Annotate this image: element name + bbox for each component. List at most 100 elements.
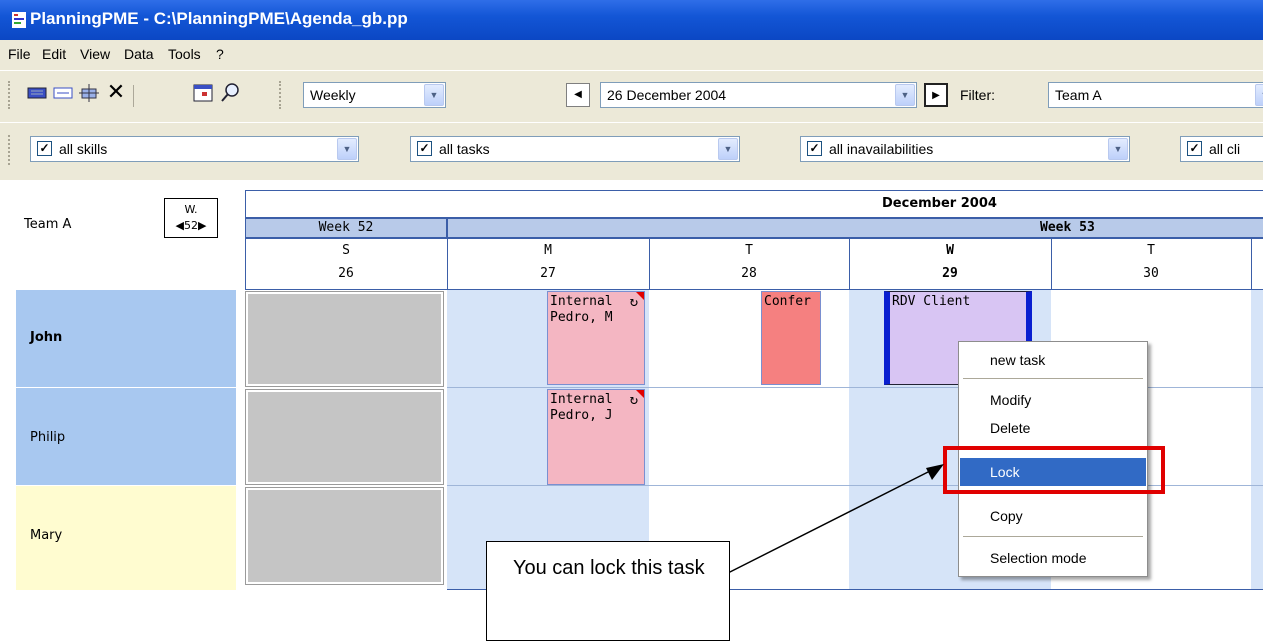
menu-edit[interactable]: Edit: [42, 46, 66, 62]
clients-filter-checkbox[interactable]: ✓: [1187, 141, 1202, 156]
skills-filter-select[interactable]: ✓ all skills ▼: [30, 136, 359, 162]
chevron-down-icon[interactable]: ▼: [718, 138, 738, 160]
non-working-day-cell: [245, 389, 444, 485]
corner-flag-icon: [636, 292, 644, 300]
week-nav-label: W.: [184, 203, 198, 216]
date-select[interactable]: 26 December 2004 ▼: [600, 82, 917, 108]
toolbar-separator: [133, 85, 138, 107]
day-letter: S: [342, 243, 350, 258]
toolbar-grip[interactable]: [8, 81, 14, 109]
column-divider: [849, 238, 850, 290]
menu-separator: [963, 378, 1143, 382]
workload-view-icon[interactable]: [78, 82, 100, 104]
skills-filter-value: all skills: [59, 141, 108, 157]
month-title: December 2004: [882, 196, 997, 211]
inavailabilities-filter-value: all inavailabilities: [829, 141, 934, 157]
column-divider: [649, 238, 650, 290]
tasks-filter-value: all tasks: [439, 141, 490, 157]
resource-row-john[interactable]: John: [16, 290, 236, 387]
menu-file[interactable]: File: [8, 46, 31, 62]
title-bar: PlanningPME - C:\PlanningPME\Agenda_gb.p…: [0, 0, 1263, 40]
non-working-day-cell: [245, 291, 444, 387]
filter-label: Filter:: [960, 87, 995, 103]
filter-toolbar: ✓ all skills ▼ ✓ all tasks ▼ ✓ all inava…: [0, 122, 1263, 180]
menu-item-delete[interactable]: Delete: [960, 414, 1146, 442]
resource-row-mary[interactable]: Mary: [16, 486, 236, 590]
tasks-filter-select[interactable]: ✓ all tasks ▼: [410, 136, 740, 162]
lock-highlight-box: [943, 446, 1165, 494]
chevron-down-icon[interactable]: ▼: [1255, 84, 1263, 106]
menu-view[interactable]: View: [80, 46, 110, 62]
task-internal-john[interactable]: Internal Pedro, M ↻: [547, 291, 645, 385]
day-letter: W: [946, 243, 954, 258]
week-header: Week 53: [447, 218, 1263, 238]
day-number: 28: [741, 266, 757, 281]
resource-name: John: [30, 330, 63, 345]
chevron-down-icon[interactable]: ▼: [1108, 138, 1128, 160]
task-label-line2: Pedro, J: [550, 408, 613, 423]
menu-item-selection-mode[interactable]: Selection mode: [960, 544, 1146, 572]
week-navigator[interactable]: W. ◀52▶: [164, 198, 218, 238]
menu-separator: [963, 536, 1143, 540]
toolbar-grip[interactable]: [8, 135, 14, 165]
chevron-down-icon[interactable]: ▼: [424, 84, 444, 106]
day-number: 27: [540, 266, 556, 281]
non-working-day-cell: [245, 487, 444, 585]
main-toolbar: ✕ Weekly ▼ ◀ 26 December 2004 ▼ ▶ Filter…: [0, 70, 1263, 122]
window-title: PlanningPME - C:\PlanningPME\Agenda_gb.p…: [30, 9, 408, 28]
week-prev-icon[interactable]: ◀: [176, 219, 184, 232]
week-header-label: Week 53: [1040, 220, 1095, 235]
week-nav-value: 52: [184, 219, 198, 232]
chevron-down-icon[interactable]: ▼: [337, 138, 357, 160]
next-period-button[interactable]: ▶: [924, 83, 948, 107]
task-conference-john[interactable]: Confer: [761, 291, 821, 385]
tasks-filter-checkbox[interactable]: ✓: [417, 141, 432, 156]
outline-view-icon[interactable]: [52, 82, 74, 104]
menu-bar: File Edit View Data Tools ?: [0, 40, 1263, 70]
view-mode-value: Weekly: [310, 87, 356, 103]
task-label-line1: Internal: [550, 392, 613, 407]
month-header: December 2004: [245, 190, 1263, 218]
team-label: Team A: [24, 217, 72, 232]
chevron-down-icon[interactable]: ▼: [895, 84, 915, 106]
callout-annotation: You can lock this task: [486, 541, 730, 641]
team-filter-select[interactable]: Team A ▼: [1048, 82, 1263, 108]
resource-name: Philip: [30, 430, 66, 445]
column-divider: [447, 238, 448, 290]
day-letter: T: [1147, 243, 1155, 258]
week-next-icon[interactable]: ▶: [198, 219, 206, 232]
clients-filter-value: all cli: [1209, 141, 1241, 157]
task-label-line1: Internal: [550, 294, 613, 309]
day-letter: M: [544, 243, 552, 258]
search-icon[interactable]: [218, 82, 242, 104]
clients-filter-select[interactable]: ✓ all cli: [1180, 136, 1263, 162]
menu-item-new-task[interactable]: new task: [960, 346, 1146, 374]
corner-flag-icon: [636, 390, 644, 398]
column-divider: [1251, 238, 1252, 290]
inavailabilities-filter-select[interactable]: ✓ all inavailabilities ▼: [800, 136, 1130, 162]
date-value: 26 December 2004: [607, 87, 727, 103]
day-letter: T: [745, 243, 753, 258]
planning-view-icon[interactable]: [26, 82, 48, 104]
menu-help[interactable]: ?: [216, 46, 224, 62]
menu-tools[interactable]: Tools: [168, 46, 201, 62]
resource-row-philip[interactable]: Philip: [16, 388, 236, 485]
menu-item-copy[interactable]: Copy: [960, 502, 1146, 530]
menu-data[interactable]: Data: [124, 46, 154, 62]
skills-filter-checkbox[interactable]: ✓: [37, 141, 52, 156]
previous-period-button[interactable]: ◀: [566, 83, 590, 107]
day-number: 30: [1143, 266, 1159, 281]
toolbar-grip[interactable]: [279, 81, 285, 109]
menu-item-modify[interactable]: Modify: [960, 386, 1146, 414]
task-label: Confer: [764, 294, 811, 309]
task-internal-philip[interactable]: Internal Pedro, J ↻: [547, 389, 645, 485]
close-icon[interactable]: ✕: [104, 82, 128, 104]
callout-arrow: [723, 464, 944, 576]
view-mode-select[interactable]: Weekly ▼: [303, 82, 446, 108]
inavailabilities-filter-checkbox[interactable]: ✓: [807, 141, 822, 156]
task-label-line2: Pedro, M: [550, 310, 613, 325]
calendar-window-icon[interactable]: [192, 82, 214, 104]
day-column-31[interactable]: [1251, 290, 1263, 590]
column-divider: [1051, 238, 1052, 290]
week-header: Week 52: [245, 218, 447, 238]
